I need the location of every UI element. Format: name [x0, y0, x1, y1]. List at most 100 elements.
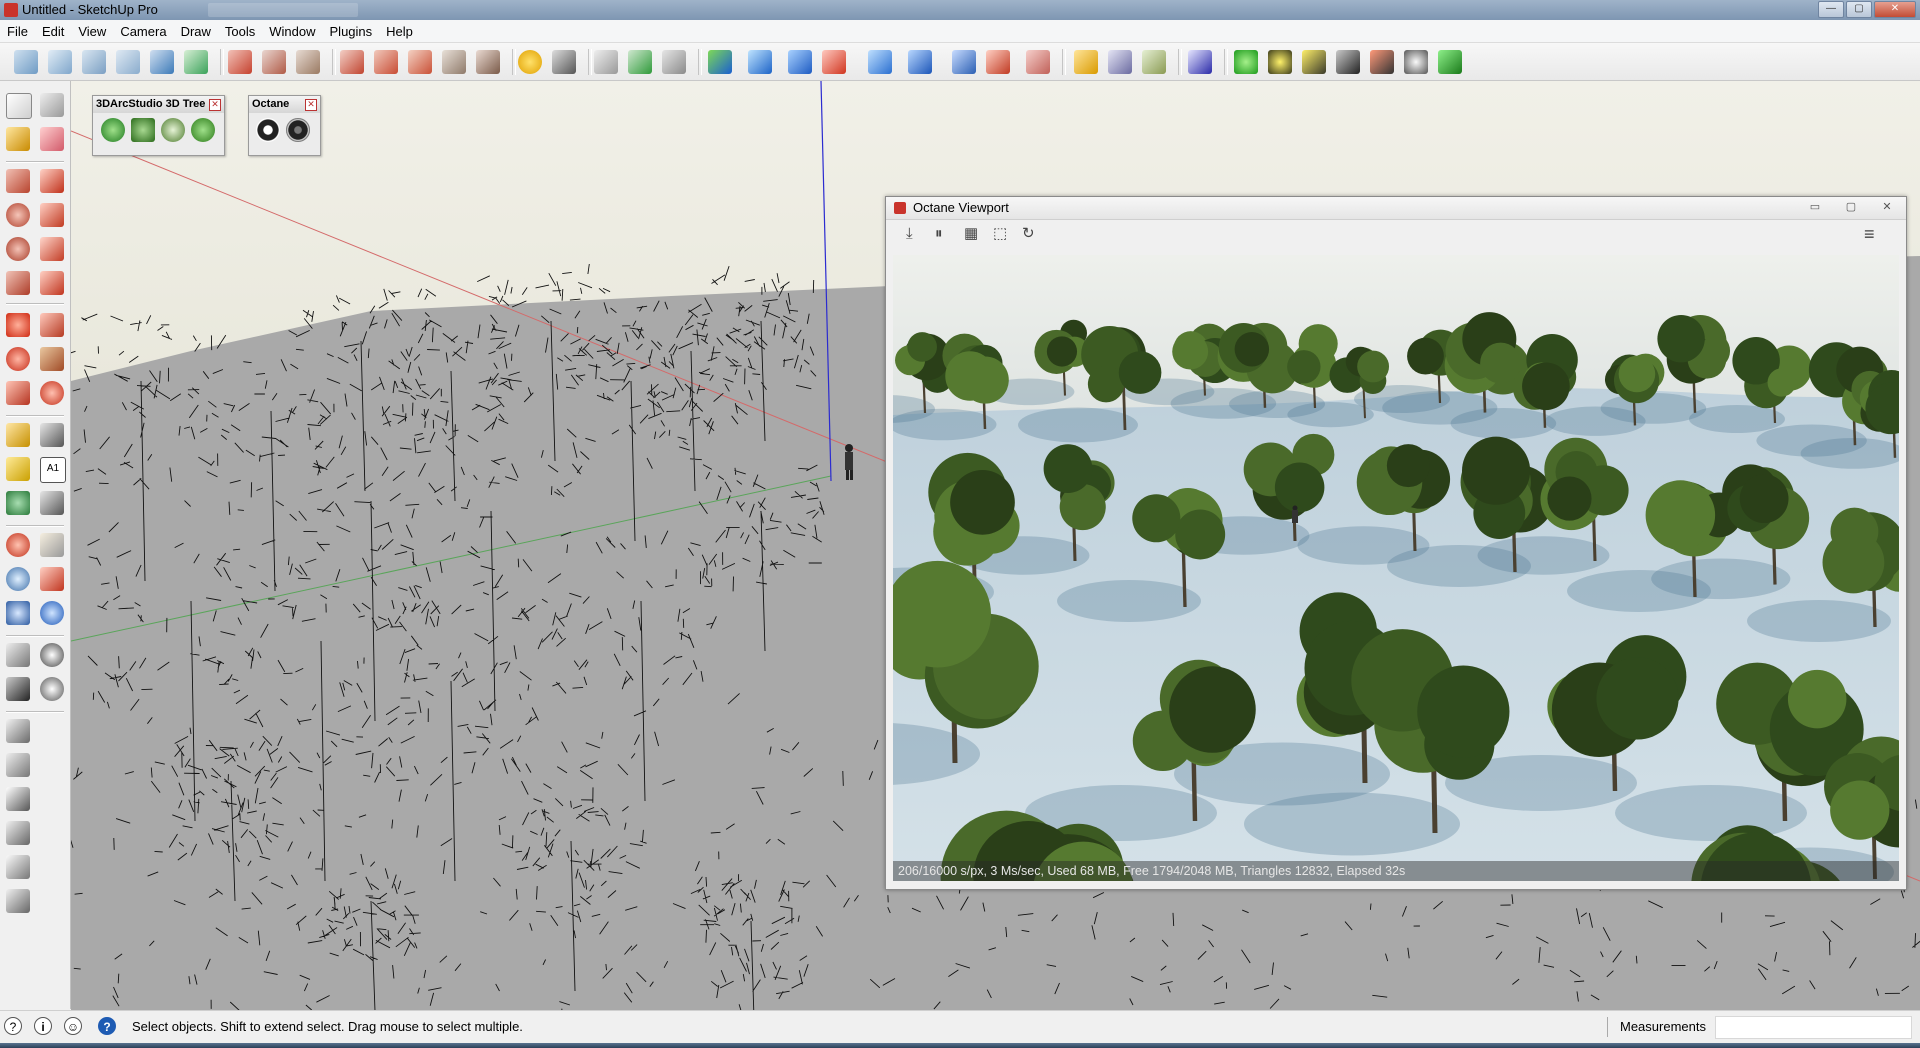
octane-palette-close[interactable]: ✕ [305, 99, 317, 111]
get-models-icon[interactable] [6, 821, 30, 845]
move-icon[interactable] [6, 313, 30, 337]
octane-start-icon[interactable] [1234, 50, 1258, 74]
push-pull-icon[interactable] [40, 313, 64, 337]
close-button[interactable]: ✕ [1874, 1, 1916, 18]
look-around-icon[interactable] [40, 643, 64, 667]
protractor-tool-icon[interactable] [6, 457, 30, 481]
position-camera-icon[interactable] [6, 643, 30, 667]
follow-me-icon[interactable] [628, 50, 652, 74]
shrub-icon[interactable] [191, 118, 215, 142]
menu-help[interactable]: Help [379, 20, 420, 42]
front-view-icon[interactable] [82, 50, 106, 74]
menu-edit[interactable]: Edit [35, 20, 71, 42]
menu-view[interactable]: View [71, 20, 113, 42]
move-up-icon[interactable] [748, 50, 772, 74]
pan-icon[interactable] [40, 533, 64, 557]
eraser-icon[interactable] [40, 127, 64, 151]
rectangle-icon[interactable] [6, 169, 30, 193]
octane-maximize-button[interactable]: ▢ [1838, 200, 1864, 214]
top-view-icon[interactable] [48, 50, 72, 74]
3d-text-icon[interactable] [40, 491, 64, 515]
box-icon[interactable] [1074, 50, 1098, 74]
text-tool-icon[interactable]: A1 [40, 457, 66, 483]
tree-palette-close[interactable]: ✕ [209, 99, 221, 111]
geolocation-icon[interactable]: ? [4, 1017, 22, 1035]
octane-render-icon[interactable] [1370, 50, 1394, 74]
arc-icon[interactable] [40, 237, 64, 261]
section-plane-icon[interactable] [150, 50, 174, 74]
maximize-button[interactable]: ▢ [1846, 1, 1872, 18]
tools-icon[interactable] [552, 50, 576, 74]
axes-icon[interactable] [6, 491, 30, 515]
octane-minimize-button[interactable]: ▭ [1802, 200, 1828, 214]
user-icon[interactable]: ☺ [64, 1017, 82, 1035]
menu-camera[interactable]: Camera [113, 20, 173, 42]
offset-icon[interactable] [40, 381, 64, 405]
credits-icon[interactable]: i [34, 1017, 52, 1035]
circle-icon[interactable] [6, 203, 30, 227]
arrows-blue-icon[interactable] [788, 50, 812, 74]
menu-window[interactable]: Window [262, 20, 322, 42]
select-tool-icon[interactable] [6, 93, 32, 119]
dimension-icon[interactable] [40, 423, 64, 447]
freehand-icon[interactable] [40, 203, 64, 227]
share-model-icon[interactable] [6, 753, 30, 777]
arrows-red-icon[interactable] [822, 50, 846, 74]
polygon-icon[interactable] [6, 237, 30, 261]
tree-outline-icon[interactable] [161, 118, 185, 142]
paint-icon[interactable] [1026, 50, 1050, 74]
zoom-extents-icon[interactable] [6, 601, 30, 625]
paint-bucket-icon[interactable] [6, 127, 30, 151]
zoom-window-icon[interactable] [40, 567, 64, 591]
shaded-textures-icon[interactable] [184, 50, 208, 74]
extension-warehouse-icon[interactable] [6, 889, 30, 913]
house-icon[interactable] [6, 787, 30, 811]
menu-plugins[interactable]: Plugins [323, 20, 380, 42]
render-channels-icon[interactable]: ▦ [964, 226, 978, 242]
section-tool-icon[interactable] [40, 677, 64, 701]
save-render-icon[interactable]: ⤓ [906, 226, 913, 242]
drape-icon[interactable] [374, 50, 398, 74]
restart-render-icon[interactable]: ↻ [1022, 226, 1035, 242]
follow-me-tool-icon[interactable] [40, 347, 64, 371]
undo-icon[interactable] [952, 50, 976, 74]
tree-broadleaf-icon[interactable] [101, 118, 125, 142]
menu-file[interactable]: File [0, 20, 35, 42]
octane-close-button[interactable]: ✕ [1874, 200, 1900, 214]
protractor-icon[interactable] [518, 50, 542, 74]
line-icon[interactable] [40, 169, 64, 193]
sandbox-scratch-icon[interactable] [262, 50, 286, 74]
right-view-icon[interactable] [116, 50, 140, 74]
octane-settings-icon[interactable] [1404, 50, 1428, 74]
flip-edge-icon[interactable] [442, 50, 466, 74]
octane-render-start-icon[interactable] [256, 118, 280, 142]
intersect-icon[interactable] [662, 50, 686, 74]
redo-icon[interactable] [986, 50, 1010, 74]
crate-icon[interactable] [1142, 50, 1166, 74]
sandbox-contours-icon[interactable] [228, 50, 252, 74]
zoom-icon[interactable] [6, 567, 30, 591]
arc-3pt-icon[interactable] [40, 271, 64, 295]
octane-camera-icon[interactable] [1438, 50, 1462, 74]
scale-tool-icon[interactable] [6, 381, 30, 405]
menu-tools[interactable]: Tools [218, 20, 262, 42]
iso-view-icon[interactable] [14, 50, 38, 74]
octane-render-view[interactable]: 206/16000 s/px, 3 Ms/sec, Used 68 MB, Fr… [893, 255, 1899, 881]
pause-render-icon[interactable]: ⏸ [935, 226, 943, 242]
menu-draw[interactable]: Draw [174, 20, 218, 42]
grass-icon[interactable] [131, 118, 155, 142]
arc-2pt-icon[interactable] [6, 271, 30, 295]
orbit-icon[interactable] [6, 533, 30, 557]
walk-icon[interactable] [6, 677, 30, 701]
mirror-icon[interactable] [908, 50, 932, 74]
building-maker-icon[interactable] [6, 855, 30, 879]
help-icon[interactable]: ? [98, 1017, 116, 1035]
warehouse-icon[interactable] [6, 719, 30, 743]
minimize-button[interactable]: — [1818, 1, 1844, 18]
component-icon[interactable] [708, 50, 732, 74]
make-component-icon[interactable] [40, 93, 64, 117]
measurements-field[interactable] [1715, 1016, 1912, 1039]
octane-export-icon[interactable] [1336, 50, 1360, 74]
stamp-terrain-icon[interactable] [476, 50, 500, 74]
rotate-icon[interactable] [6, 347, 30, 371]
